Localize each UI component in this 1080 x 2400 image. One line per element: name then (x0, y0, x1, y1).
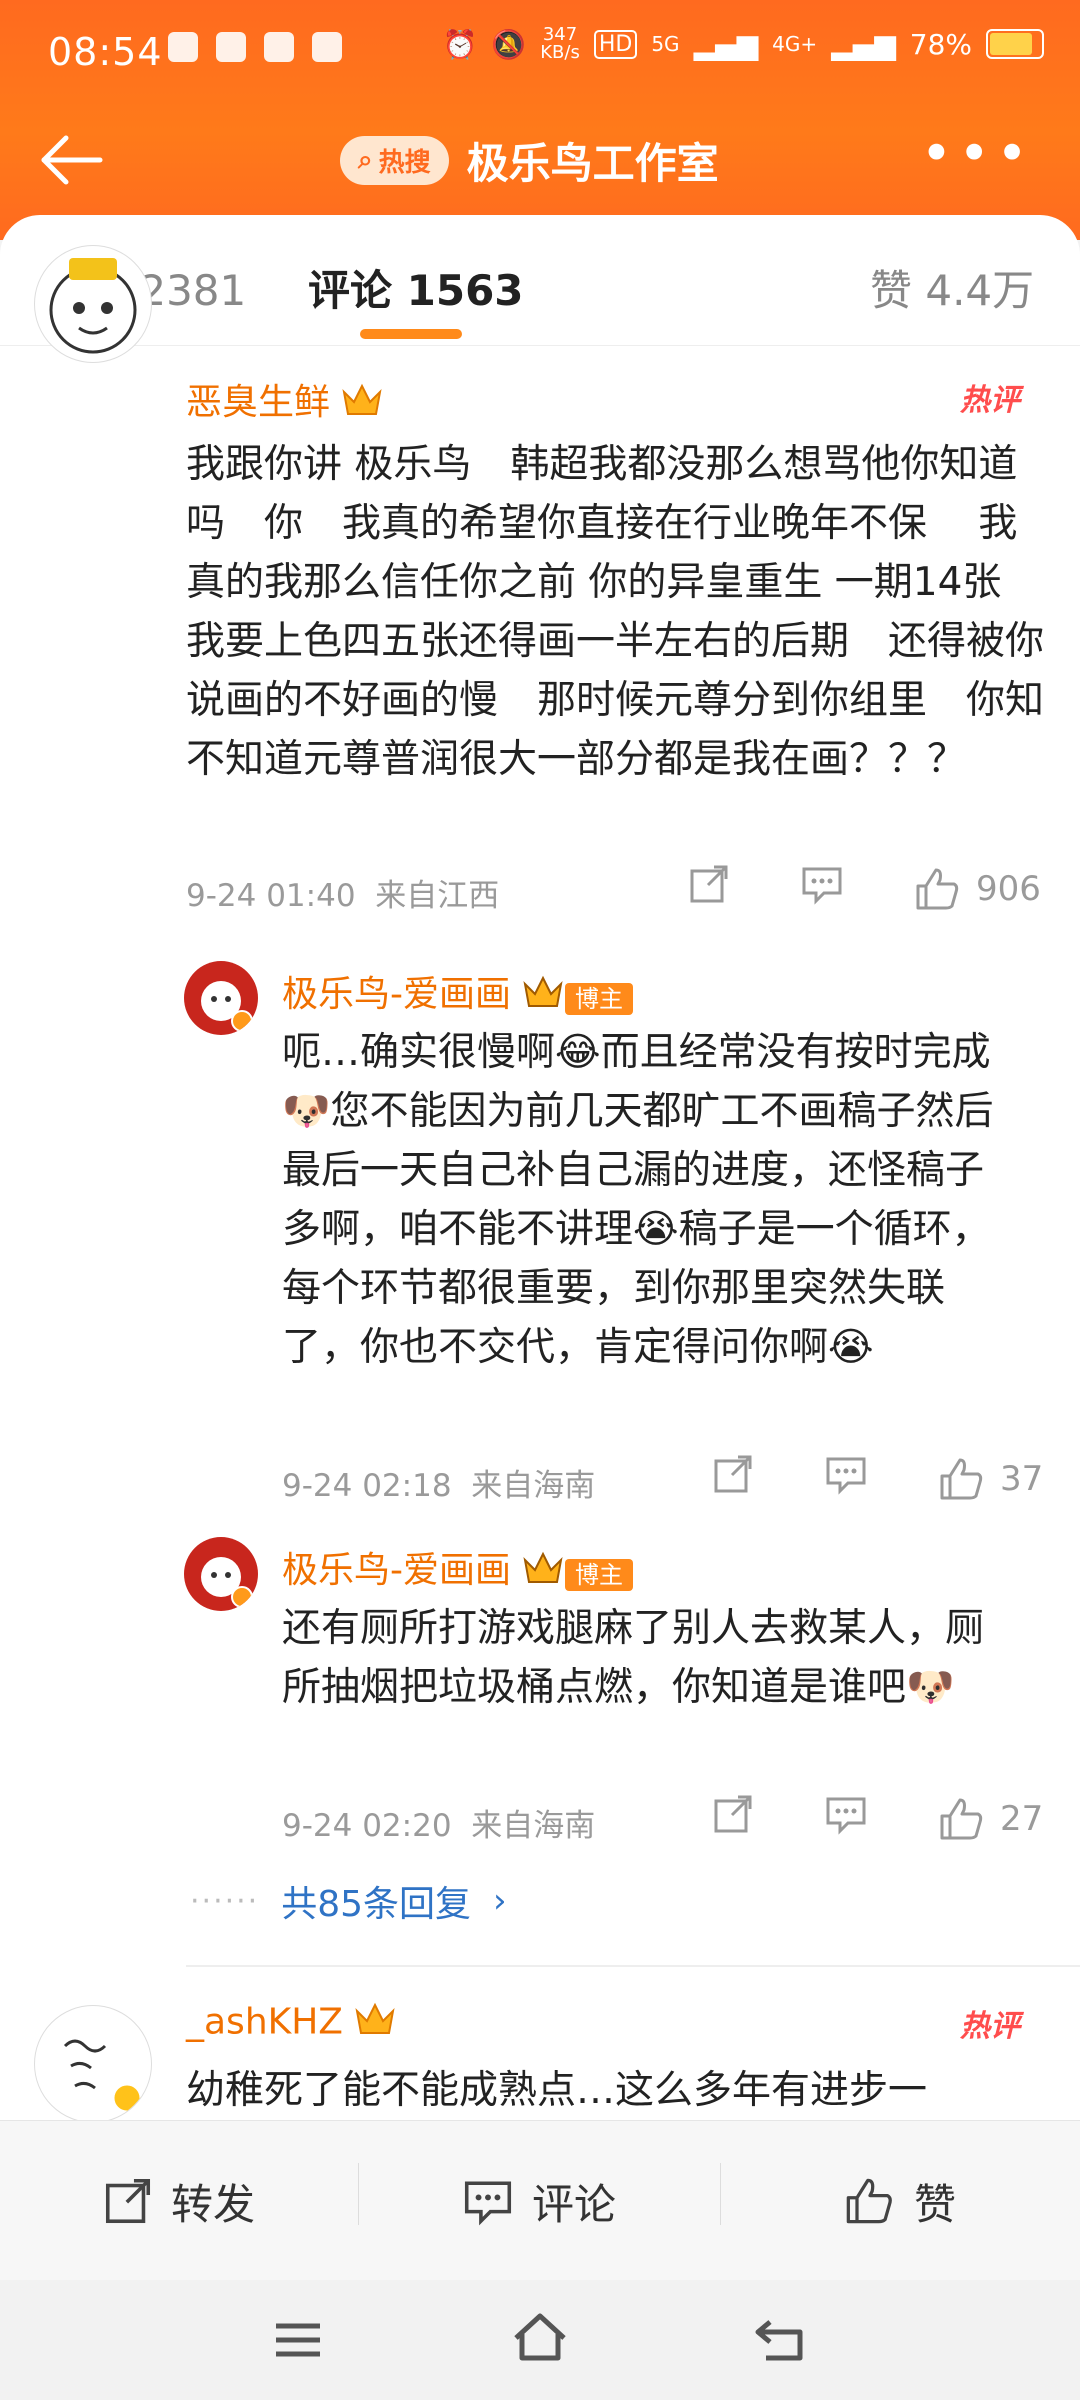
hd-icon: HD (593, 29, 638, 59)
vip-crown-icon (353, 1999, 397, 2048)
net-speed: 347 KB/s (540, 24, 580, 63)
like-button[interactable]: 27 (938, 1796, 1043, 1842)
signal-icon: ▂▄▆ (831, 27, 896, 61)
like-count: 27 (1000, 1798, 1044, 1839)
like-button[interactable]: 37 (938, 1456, 1043, 1502)
signal-4g-icon: 4G+ (772, 32, 818, 56)
reply-username[interactable]: 极乐鸟-爱画画 博主 (282, 1541, 633, 1597)
repost-button[interactable]: 转发 (0, 2121, 358, 2281)
wechat-icon (168, 32, 198, 62)
repost-icon[interactable] (712, 1453, 754, 1504)
status-bar: 08:54 ⏰ 🔕 347 KB/s HD 5G ▂▄▆ 4G+ ▂▄▆ 78% (0, 0, 1080, 110)
signal-5g-icon: 5G (651, 32, 680, 56)
thumbs-up-icon (940, 1458, 983, 1499)
reply-actions: 37 (712, 1453, 1043, 1504)
signal-icon: ▂▄▆ (693, 27, 759, 61)
avatar[interactable] (34, 2005, 152, 2120)
nav-bar: ⌕ 热搜 极乐鸟工作室 ••• (0, 110, 1080, 210)
music-icon (312, 32, 342, 62)
divider (186, 1965, 1080, 1967)
more-replies-label: 共85条回复 (281, 1884, 472, 1925)
return-icon (755, 2320, 803, 2361)
search-icon: ⌕ (358, 145, 373, 175)
back-arrow-icon (41, 135, 103, 185)
thumbs-up-icon (916, 868, 959, 909)
reply-username[interactable]: 极乐鸟-爱画画 博主 (282, 965, 633, 1021)
comment-username[interactable]: 恶臭生鲜 (186, 373, 384, 429)
comment-icon[interactable] (824, 1453, 868, 1504)
status-right: ⏰ 🔕 347 KB/s HD 5G ▂▄▆ 4G+ ▂▄▆ 78% (442, 26, 1044, 62)
tab-indicator (360, 329, 462, 339)
system-nav-bar (0, 2280, 1080, 2400)
battery-icon (986, 29, 1044, 59)
comment-icon[interactable] (800, 863, 844, 914)
more-replies-link[interactable]: ······ 共85条回复 › (190, 1875, 507, 1927)
dots-icon: ······ (190, 1883, 260, 1919)
repost-icon[interactable] (712, 1793, 754, 1844)
avatar[interactable] (34, 245, 152, 363)
app-header: 08:54 ⏰ 🔕 347KB/s HD 5G ▂▄▆ 4G+ ▂▄▆ 78% (0, 0, 1080, 240)
author-badge: 博主 (565, 982, 633, 1015)
reply-text[interactable]: 还有厕所打游戏腿麻了别人去救某人，厕所抽烟把垃圾桶点燃，你知道是谁吧🐶 (282, 1599, 1022, 1717)
comment-text[interactable]: 我跟你讲 极乐鸟 韩超我都没那么想骂他你知道吗 你 我真的希望你直接在行业晚年不… (186, 435, 1046, 789)
hot-search-badge[interactable]: ⌕ 热搜 (340, 136, 449, 185)
app-icon (216, 32, 246, 62)
avatar[interactable] (184, 961, 258, 1035)
notification-icons (168, 32, 342, 62)
hot-comment-tag: 热评 (960, 2009, 1020, 2044)
author-badge: 博主 (565, 1558, 633, 1591)
avatar[interactable] (184, 1537, 258, 1611)
home-button[interactable] (510, 2310, 570, 2368)
vip-crown-icon (521, 972, 565, 1021)
thumbs-up-icon (846, 2178, 892, 2224)
mute-icon: 🔕 (491, 27, 527, 61)
vip-crown-icon (521, 1548, 565, 1597)
comments-panel: 转发 2381 评论 1563 赞 4.4万 恶臭生鲜 热评 我跟你讲 极乐鸟 … (0, 215, 1080, 2120)
bottom-action-bar: 转发 评论 赞 (0, 2120, 1080, 2281)
title-area: ⌕ 热搜 极乐鸟工作室 (340, 130, 719, 191)
comment-text[interactable]: 幼稚死了能不能成熟点…这么多年有进步一 (186, 2061, 1046, 2120)
comment-button[interactable]: 评论 (358, 2121, 720, 2281)
reply-text[interactable]: 呃…确实很慢啊😂而且经常没有按时完成🐶您不能因为前几天都旷工不画稿子然后最后一天… (282, 1023, 1022, 1377)
repost-icon[interactable] (688, 863, 730, 914)
reply-meta: 9-24 02:20 来自海南 (282, 1808, 596, 1844)
thumbs-up-icon (940, 1798, 983, 1839)
like-count: 37 (1000, 1458, 1044, 1499)
like-count: 906 (976, 868, 1041, 909)
comment-username[interactable]: _ashKHZ (186, 1999, 397, 2048)
repost-icon (105, 2178, 151, 2224)
comment-icon (464, 2181, 512, 2226)
back-nav-button[interactable] (752, 2314, 810, 2368)
menu-icon (276, 2323, 320, 2357)
tab-comments[interactable]: 评论 1563 (308, 257, 524, 318)
home-icon (514, 2313, 566, 2361)
menu-button[interactable] (270, 2316, 326, 2368)
comment-actions: 906 (688, 863, 1041, 914)
like-button[interactable]: 906 (914, 866, 1041, 912)
tab-bar: 转发 2381 评论 1563 赞 4.4万 (0, 215, 1080, 346)
battery-percent: 78% (909, 27, 972, 61)
tab-likes[interactable]: 赞 4.4万 (870, 257, 1034, 318)
chevron-right-icon: › (493, 1881, 507, 1921)
comment-meta: 9-24 01:40 来自江西 (186, 878, 500, 914)
reply-actions: 27 (712, 1793, 1043, 1844)
weibo-icon (264, 32, 294, 62)
back-button[interactable] (36, 130, 108, 190)
like-button[interactable]: 赞 (720, 2121, 1080, 2281)
page-title: 极乐鸟工作室 (466, 139, 719, 188)
status-time: 08:54 (48, 30, 163, 74)
hot-comment-tag: 热评 (960, 383, 1020, 418)
reply-meta: 9-24 02:18 来自海南 (282, 1468, 596, 1504)
more-options-button[interactable]: ••• (920, 127, 1034, 181)
vip-crown-icon (340, 380, 384, 429)
comment-icon[interactable] (824, 1793, 868, 1844)
alarm-icon: ⏰ (442, 27, 478, 61)
